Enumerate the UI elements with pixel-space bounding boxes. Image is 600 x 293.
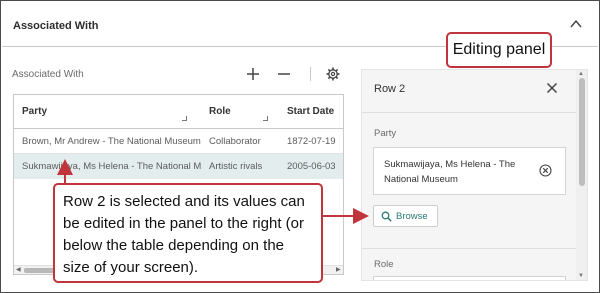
column-header-party[interactable]: Party	[14, 95, 201, 129]
table-row-selected[interactable]: Sukmawijaya, Ms Helena - The National Mu…	[14, 154, 343, 179]
column-header-role[interactable]: Role	[201, 95, 279, 129]
grid-label: Associated With	[12, 69, 84, 80]
column-header-start-date[interactable]: Start Date	[279, 95, 343, 129]
gear-icon[interactable]	[326, 67, 340, 81]
scroll-up-icon[interactable]: ▲	[578, 71, 584, 78]
cell-party: Brown, Mr Andrew - The National Museum	[22, 136, 201, 147]
panel-divider	[362, 248, 576, 249]
column-resize-handle[interactable]	[182, 116, 187, 121]
cell-start-date: 2005-06-03	[287, 161, 336, 172]
editing-panel: Row 2 Party Sukmawijaya, Ms Helena - The…	[361, 69, 588, 281]
callout-line: Row 2 is selected and its values can	[63, 193, 305, 210]
panel-title: Row 2	[374, 83, 406, 95]
plus-icon[interactable]	[246, 67, 260, 81]
section-title: Associated With	[13, 20, 99, 32]
clear-circle-icon[interactable]	[539, 164, 552, 177]
role-field-label: Role	[374, 259, 394, 270]
column-resize-handle[interactable]	[263, 116, 268, 121]
scroll-left-icon[interactable]: ◀	[16, 267, 21, 274]
party-field[interactable]: Sukmawijaya, Ms Helena - The National Mu…	[373, 147, 566, 195]
table-header: Party Role Start Date	[14, 95, 343, 129]
callout-line: size of your screen).	[63, 259, 199, 276]
editing-panel-callout: Editing panel	[446, 32, 552, 68]
column-header-label: Start Date	[287, 106, 335, 117]
party-field-label: Party	[374, 128, 397, 139]
scroll-down-icon[interactable]: ▼	[578, 273, 584, 280]
callout-text: Editing panel	[452, 41, 546, 58]
row-selected-callout: Row 2 is selected and its values can be …	[53, 183, 323, 283]
column-header-label: Party	[22, 106, 48, 117]
party-field-value: Sukmawijaya, Ms Helena - The National Mu…	[384, 159, 516, 185]
chevron-up-icon[interactable]	[569, 17, 583, 31]
panel-divider	[362, 112, 576, 113]
table-row[interactable]: Brown, Mr Andrew - The National Museum C…	[14, 129, 343, 154]
minus-icon[interactable]	[277, 67, 291, 81]
callout-line: below the table depending on the	[63, 237, 285, 254]
search-icon	[381, 211, 392, 222]
cell-role: Artistic rivals	[209, 161, 263, 172]
close-icon[interactable]	[546, 82, 558, 94]
associated-with-section: Associated With Associated With Party Ro…	[0, 0, 600, 293]
browse-label: Browse	[396, 211, 428, 222]
cell-start-date: 1872-07-19	[287, 136, 336, 147]
toolbar-divider	[310, 67, 311, 81]
browse-button[interactable]: Browse	[373, 205, 438, 227]
cell-role: Collaborator	[209, 136, 261, 147]
scrollbar-thumb[interactable]	[579, 78, 585, 186]
scroll-right-icon[interactable]: ▶	[336, 267, 341, 274]
panel-vertical-scrollbar[interactable]: ▲ ▼	[576, 70, 587, 280]
column-header-label: Role	[209, 106, 231, 117]
callout-line: be edited in the panel to the right (or	[63, 215, 304, 232]
cell-party: Sukmawijaya, Ms Helena - The National Mu…	[22, 161, 201, 172]
role-field[interactable]	[373, 276, 566, 280]
